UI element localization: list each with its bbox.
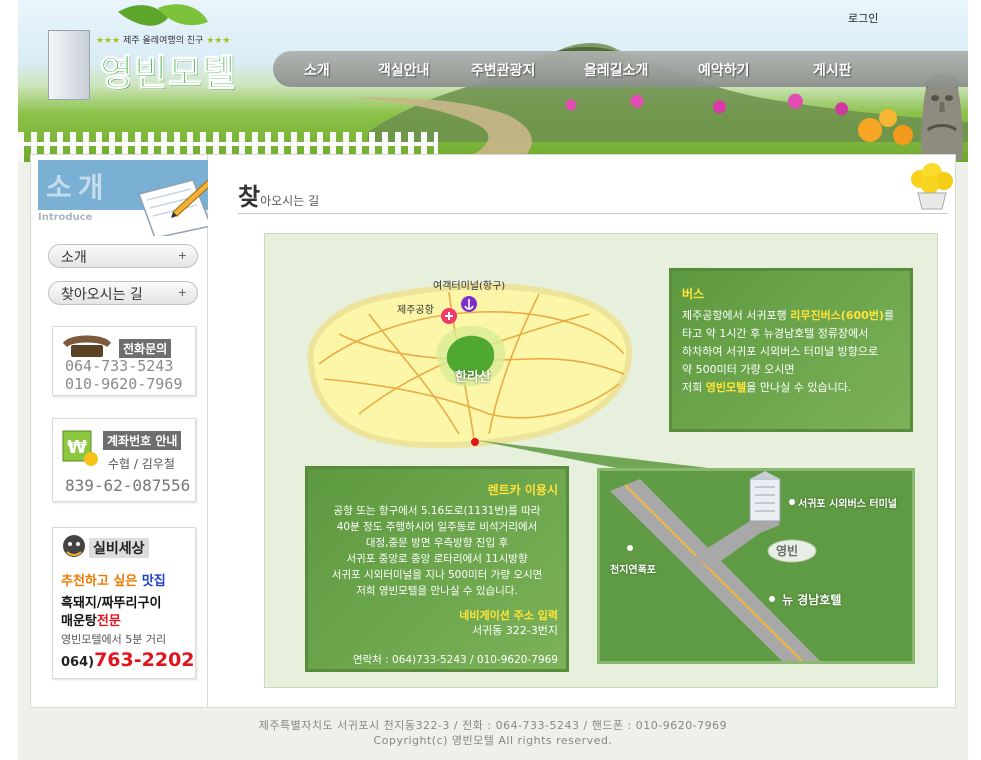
- flower-pot-icon: [911, 163, 953, 210]
- contact-line: 연락처 : 064)733-5243 / 010-9620-7969: [352, 654, 558, 666]
- bus-info-box: 버스 제주공항에서 서귀포행 리무진버스(600번)를 타고 약 1시간 후 뉴…: [669, 268, 913, 432]
- login-link[interactable]: 로그인: [848, 10, 878, 26]
- sidebar-item-directions[interactable]: 찾아오시는 길 +: [48, 281, 198, 305]
- plus-icon: +: [177, 286, 187, 299]
- bank-account-number: 839-62-087556: [65, 476, 191, 495]
- restaurant-phone-main: 763-2202: [94, 649, 195, 671]
- title-divider: [238, 213, 948, 214]
- footer-copyright: Copyright(c) 영빈모텔 All rights reserved.: [373, 734, 613, 747]
- navigation-address: 서귀동 322-3번지: [471, 624, 558, 637]
- bus-info-line-1c: 를: [883, 309, 895, 322]
- restaurant-distance: 영빈모텔에서 5분 거리: [61, 633, 167, 646]
- nav-board[interactable]: 게시판: [813, 60, 852, 80]
- flower-field-illustration: [538, 86, 868, 124]
- phone-number-1: 064-733-5243: [65, 357, 174, 375]
- nav-attractions[interactable]: 주변관광지: [471, 60, 535, 80]
- plus-icon: +: [177, 249, 187, 262]
- page-title-rest: 아오시는 길: [260, 194, 320, 208]
- restaurant-recommend: 추천하고 싶은 맛집: [61, 570, 166, 589]
- motel-map-label: 영빈: [776, 544, 799, 558]
- detail-location-map: 서귀포 시외버스 터미널 천지연폭포 영빈 뉴 경남호텔: [597, 468, 915, 664]
- bus-info-line-1: 제주공항에서 서귀포행 리무진버스(600번)를: [682, 307, 900, 325]
- bank-account-box: ₩ 계좌번호 안내 수협 / 김우철 839-62-087556: [52, 418, 196, 502]
- main-content: 찾아오시는 길 여객터미널(항구) 제주공항 한라산 버스 제주공항에서 서귀포…: [208, 154, 956, 708]
- phone-inquiry-title: 전화문의: [119, 339, 172, 358]
- site-logo-title[interactable]: 영빈모텔: [99, 44, 236, 96]
- rentcar-line: 서귀포 중앙로 중앙 로타리에서 11시방향: [346, 553, 528, 565]
- main-navigation: 소개 객실안내 주변관광지 올레길소개 예약하기 게시판: [273, 51, 968, 87]
- sidebar-item-label: 찾아오시는 길: [61, 287, 143, 303]
- rentcar-line: 공항 또는 항구에서 5.16도로(1131번)를 따라: [333, 505, 541, 517]
- left-sidebar: 소개 Introduce 소개 + 찾아오시는 길 + 전화문의 064-733…: [30, 154, 222, 708]
- nav-intro[interactable]: 소개: [304, 60, 330, 80]
- directions-map-panel: 여객터미널(항구) 제주공항 한라산 버스 제주공항에서 서귀포행 리무진버스(…: [264, 233, 938, 688]
- rentcar-directions: 공항 또는 항구에서 5.16도로(1131번)를 따라 40분 정도 주행하시…: [316, 503, 558, 599]
- sidebar-heading-en: Introduce: [38, 212, 93, 223]
- rentcar-info-box: 렌트카 이용시 공항 또는 항구에서 5.16도로(1131번)를 따라 40분…: [305, 466, 569, 672]
- hotel-label: 뉴 경남호텔: [782, 593, 842, 607]
- bank-account-holder: 수협 / 김우철: [108, 457, 175, 471]
- page-title-first-char: 찾: [238, 183, 261, 211]
- won-currency-icon: ₩: [62, 430, 98, 466]
- rentcar-line: 저희 영빈모텔을 만나실 수 있습니다.: [356, 585, 518, 597]
- phone-inquiry-box: 전화문의 064-733-5243 010-9620-7969: [52, 326, 196, 396]
- sidebar-item-label: 소개: [61, 250, 87, 266]
- nav-reservation[interactable]: 예약하기: [698, 60, 750, 80]
- bus-info-line-2: 타고 약 1시간 후 뉴경남호텔 정류장에서: [682, 327, 869, 340]
- restaurant-specialty: 매운탕전문: [61, 610, 121, 629]
- navigation-address-title: 네비게이션 주소 입력: [459, 609, 558, 622]
- restaurant-title: 실비세상: [89, 538, 149, 558]
- waterfall-label: 천지연폭포: [610, 565, 656, 576]
- phone-number-2: 010-9620-7969: [65, 375, 183, 393]
- bus-info-line-3: 하차하여 서귀포 시외버스 터미널 방향으로: [682, 345, 879, 358]
- svg-text:₩: ₩: [67, 437, 87, 458]
- fence-rail: [18, 142, 438, 146]
- restaurant-specialty-highlight: 전문: [96, 614, 121, 629]
- bus-info-line-5a: 저희: [682, 381, 706, 394]
- page-title: 찾아오시는 길: [238, 177, 319, 212]
- bus-info-line-5: 저희 영빈모텔을 만나실 수 있습니다.: [682, 379, 900, 397]
- rentcar-line: 대정,중문 방면 우측방향 진입 후: [365, 537, 509, 549]
- bus-limousine-highlight: 리무진버스(600번): [790, 309, 884, 322]
- telephone-icon: [63, 335, 111, 357]
- rentcar-line: 40분 정도 주행하시어 일주동로 비석거리에서: [336, 521, 538, 533]
- airport-label: 제주공항: [397, 305, 434, 316]
- restaurant-menu-line: 흑돼지/짜뚜리구이: [61, 596, 162, 611]
- ferry-terminal-label: 여객터미널(항구): [433, 281, 506, 292]
- hallasan-label: 한라산: [455, 370, 491, 385]
- nav-olle-trail[interactable]: 올레길소개: [584, 60, 648, 80]
- footer-address: 제주특별자치도 서귀포시 천지동322-3 / 전화 : 064-733-524…: [258, 719, 728, 732]
- sidebar-item-intro[interactable]: 소개 +: [48, 244, 198, 268]
- page: ★★★ 제주 올레여행의 친구 ★★★ 영빈모텔 로그인 소개 객실안내 주변관…: [18, 0, 968, 760]
- nav-rooms[interactable]: 객실안내: [378, 60, 430, 80]
- restaurant-recommend-highlight: 맛집: [141, 574, 166, 589]
- bus-info-line-4: 약 500미터 가량 오시면: [682, 363, 795, 376]
- restaurant-specialty-text: 매운탕: [61, 614, 97, 629]
- bank-account-title: 계좌번호 안내: [103, 431, 182, 450]
- bus-info-line-5c: 을 만나실 수 있습니다.: [746, 381, 852, 394]
- header-banner: ★★★ 제주 올레여행의 친구 ★★★ 영빈모텔 로그인 소개 객실안내 주변관…: [18, 0, 968, 162]
- restaurant-ad-box: 실비세상 추천하고 싶은 맛집 흑돼지/짜뚜리구이 매운탕전문 영빈모텔에서 5…: [52, 527, 196, 679]
- restaurant-phone: 064)763-2202: [61, 649, 195, 671]
- rentcar-info-title: 렌트카 이용시: [487, 483, 558, 497]
- footer: 제주특별자치도 서귀포시 천지동322-3 / 전화 : 064-733-524…: [18, 718, 968, 748]
- rentcar-line: 서귀포 시외터미널을 지나 500미터 가량 오시면: [331, 569, 543, 581]
- restaurant-recommend-text: 추천하고 싶은: [61, 574, 142, 589]
- chef-mascot-icon: [63, 535, 85, 557]
- sidebar-heading: 소개 Introduce: [38, 160, 222, 236]
- bus-motel-highlight: 영빈모텔: [705, 381, 747, 394]
- bus-terminal-label: 서귀포 시외버스 터미널: [798, 499, 897, 510]
- restaurant-phone-prefix: 064): [61, 655, 95, 670]
- sidebar-heading-ko: 소개: [46, 171, 110, 204]
- motel-building-logo-icon: [48, 30, 90, 100]
- bus-info-line-1a: 제주공항에서 서귀포행: [682, 309, 791, 322]
- bus-info-title: 버스: [682, 287, 705, 301]
